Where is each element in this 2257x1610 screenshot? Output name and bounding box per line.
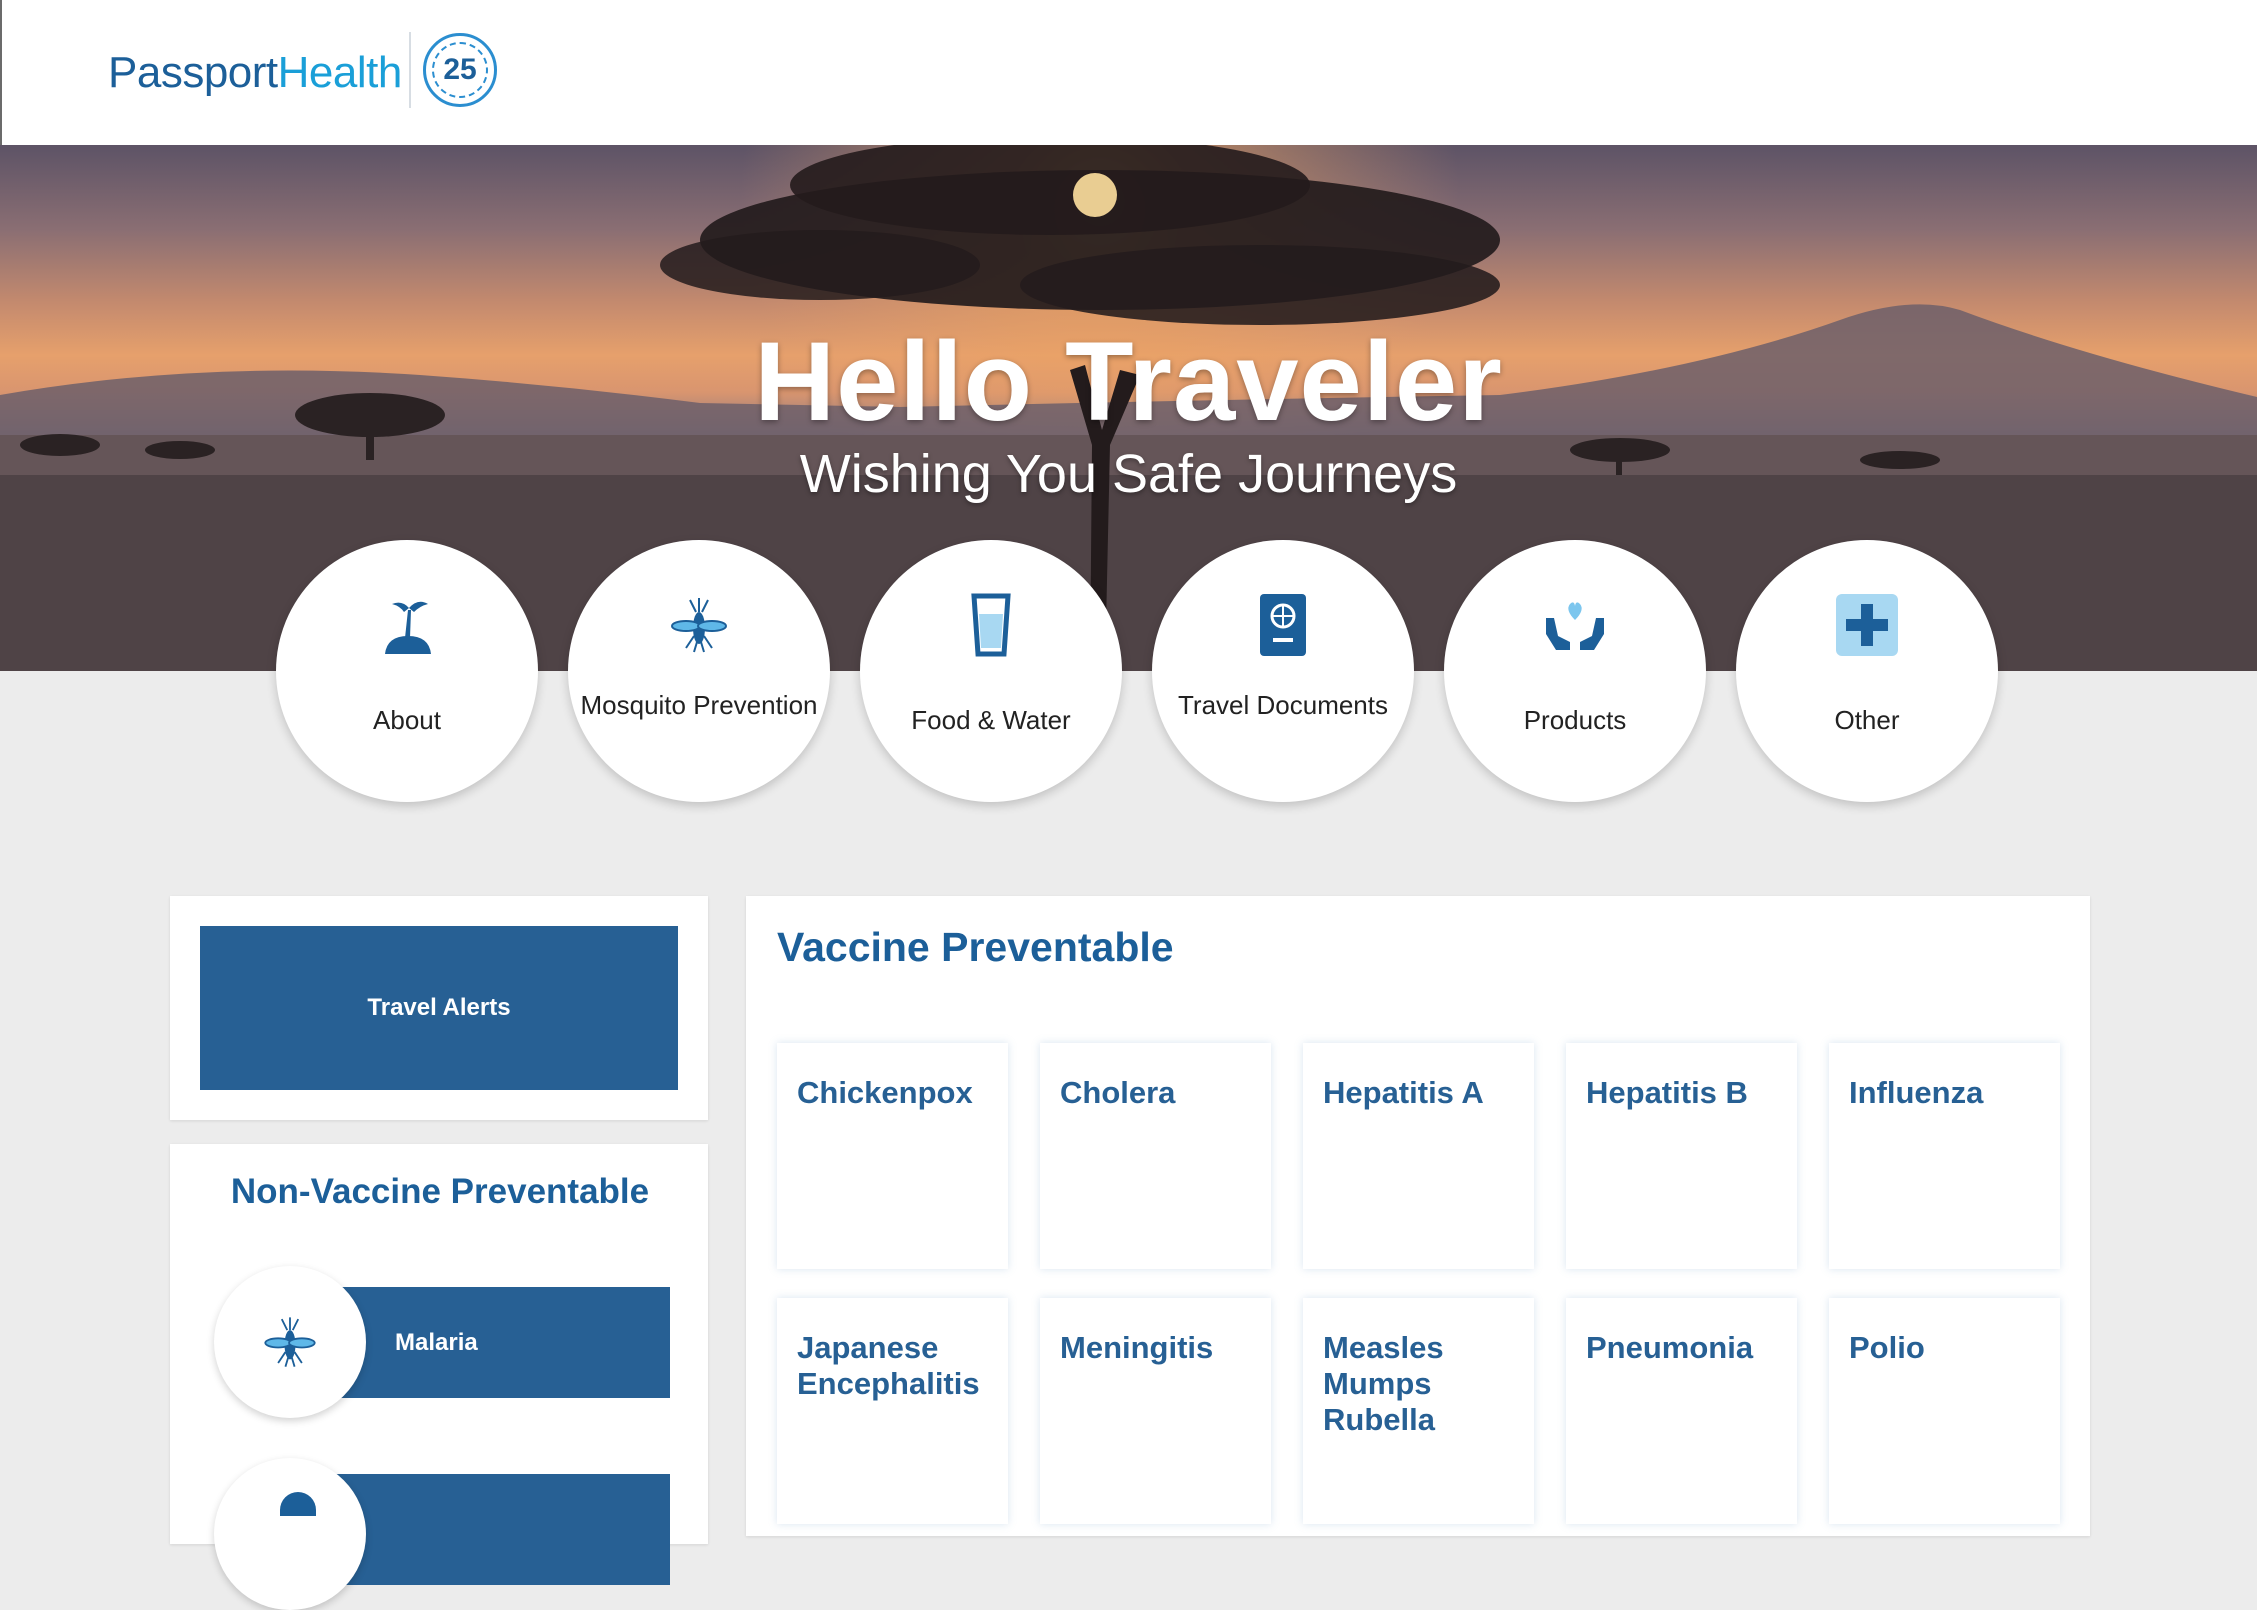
nav-circle-products-label: Products xyxy=(1523,705,1627,735)
logo-text-health: Health xyxy=(277,48,403,97)
vaccine-tile-meningitis[interactable]: Meningitis xyxy=(1040,1298,1271,1524)
hero-subtitle: Wishing You Safe Journeys xyxy=(799,444,1458,504)
vaccine-preventable-title: Vaccine Preventable xyxy=(777,924,1174,970)
nav-circle-other-label: Other xyxy=(1834,705,1900,735)
nav-circle-mosquito-prevention[interactable]: Mosquito Prevention xyxy=(568,540,830,802)
logo-text-passport: Passport xyxy=(108,48,278,97)
nav-circle-mosquito-label: Mosquito Prevention xyxy=(580,690,818,720)
non-vaccine-item-next[interactable] xyxy=(330,1474,670,1585)
vaccine-tile-influenza[interactable]: Influenza xyxy=(1829,1043,2060,1269)
site-header: PassportHealth 25 xyxy=(0,0,2257,145)
hero-title: Hello Traveler xyxy=(754,319,1503,444)
vaccine-tile-hepatitis-b[interactable]: Hepatitis B xyxy=(1566,1043,1797,1269)
non-vaccine-title: Non-Vaccine Preventable xyxy=(230,1172,650,1211)
nav-circle-products[interactable]: Products xyxy=(1444,540,1706,802)
travel-alerts-button[interactable]: Travel Alerts xyxy=(200,926,678,1090)
nav-circle-travel-documents-label: Travel Documents xyxy=(1178,690,1388,720)
vaccine-tile-japanese-encephalitis[interactable]: Japanese Encephalitis xyxy=(777,1298,1008,1524)
non-vaccine-item-next-icon-circle[interactable] xyxy=(214,1458,366,1610)
island-icon xyxy=(385,601,431,654)
nav-circle-travel-documents[interactable]: Travel Documents xyxy=(1152,540,1414,802)
partial-icon xyxy=(280,1492,316,1516)
mosquito-icon xyxy=(671,598,727,653)
vaccine-tile-cholera[interactable]: Cholera xyxy=(1040,1043,1271,1269)
vaccine-tile-polio[interactable]: Polio xyxy=(1829,1298,2060,1524)
nav-circle-other[interactable]: Other xyxy=(1736,540,1998,802)
malaria-icon-circle[interactable] xyxy=(214,1266,366,1418)
nav-circle-food-water-label: Food & Water xyxy=(911,705,1071,735)
vaccine-tile-chickenpox[interactable]: Chickenpox xyxy=(777,1043,1008,1269)
nav-circle-about[interactable]: About xyxy=(276,540,538,802)
vaccine-tile-pneumonia[interactable]: Pneumonia xyxy=(1566,1298,1797,1524)
non-vaccine-item-malaria-label: Malaria xyxy=(395,1328,478,1356)
mosquito-icon xyxy=(264,1317,316,1367)
anniversary-badge-number: 25 xyxy=(432,42,488,98)
logo-divider xyxy=(409,32,411,108)
nav-circle-about-label: About xyxy=(373,705,441,735)
nav-circle-food-water[interactable]: Food & Water xyxy=(860,540,1122,802)
vaccine-tile-measles-mumps-rubella[interactable]: Measles Mumps Rubella xyxy=(1303,1298,1534,1524)
hands-heart-icon xyxy=(1546,602,1604,650)
vaccine-tile-hepatitis-a[interactable]: Hepatitis A xyxy=(1303,1043,1534,1269)
plus-icon xyxy=(1836,594,1898,656)
passport-health-logo[interactable]: PassportHealth xyxy=(108,48,402,98)
non-vaccine-item-malaria[interactable]: Malaria xyxy=(330,1287,670,1398)
passport-icon xyxy=(1260,594,1306,656)
anniversary-badge: 25 xyxy=(423,33,497,107)
water-glass-icon xyxy=(971,593,1011,657)
